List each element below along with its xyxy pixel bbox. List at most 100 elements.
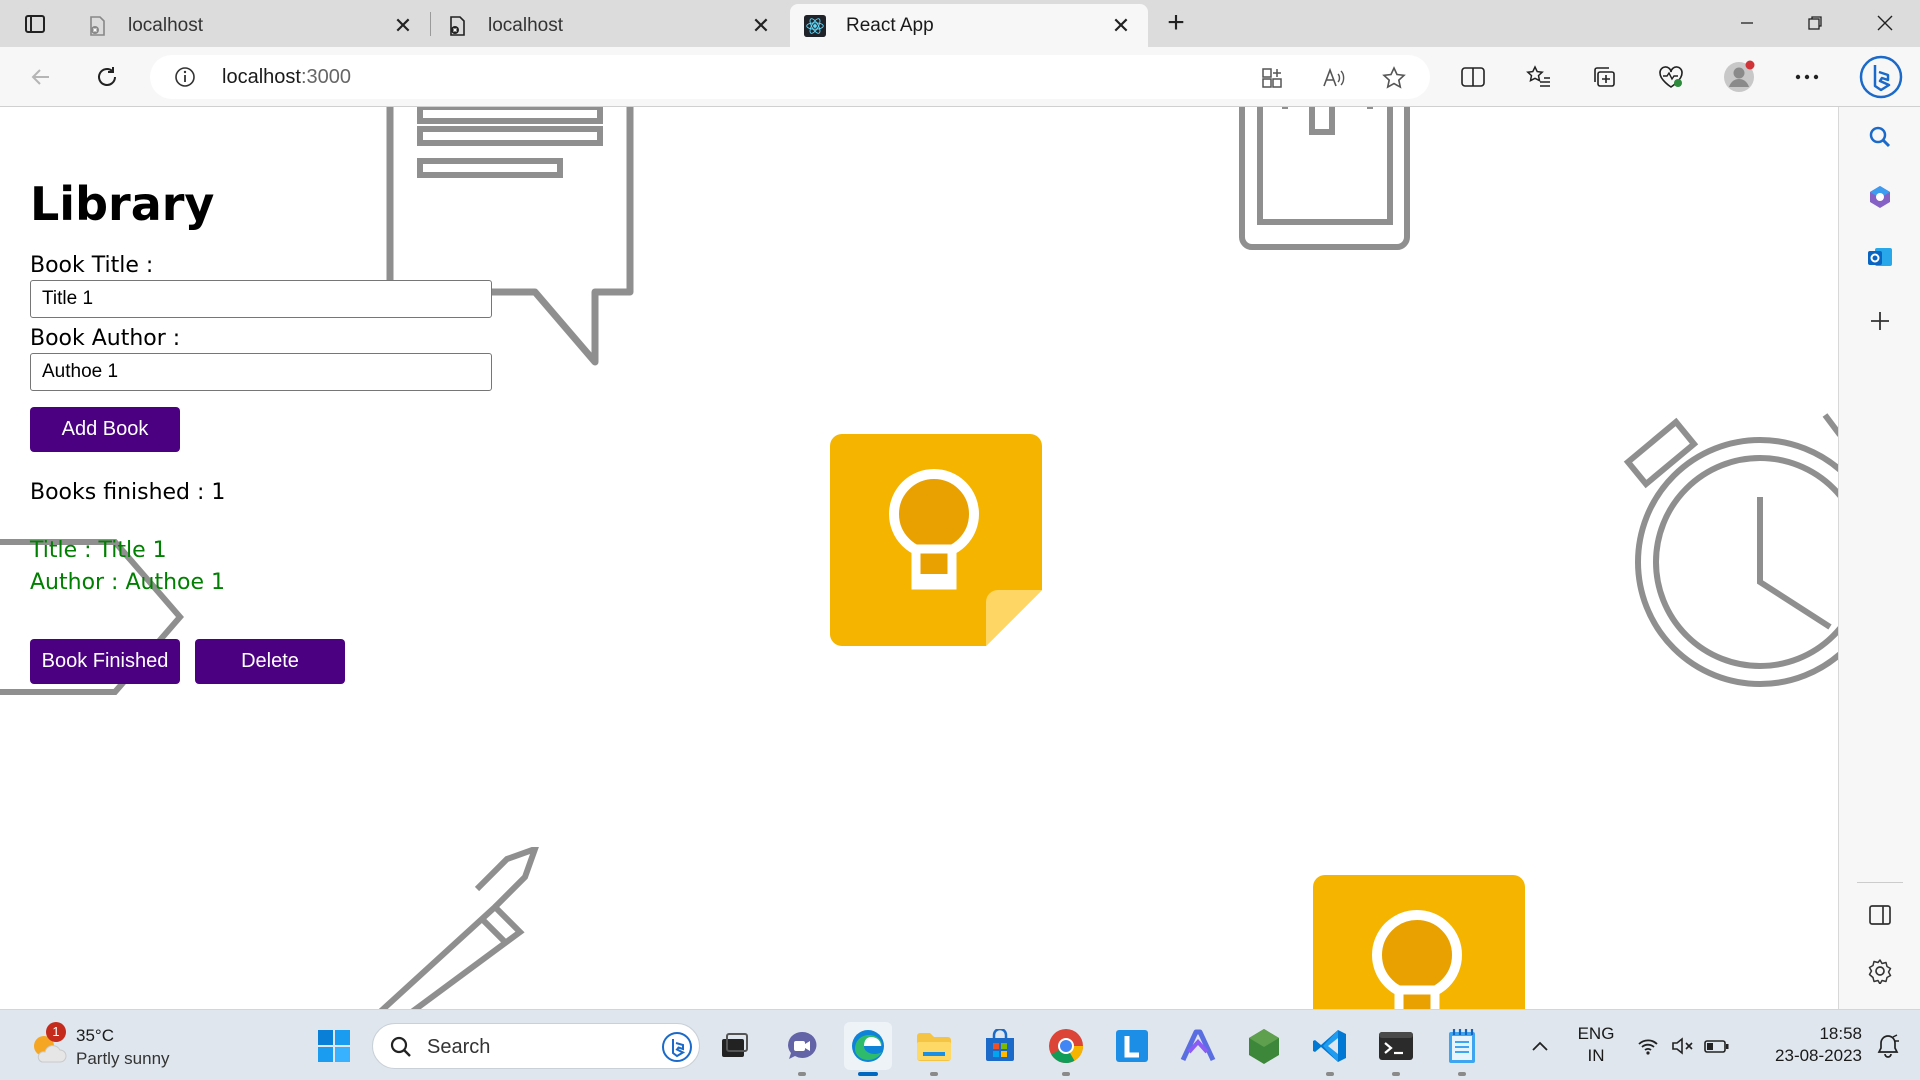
weather-widget[interactable]: 1 35°C Partly sunny	[26, 1022, 216, 1070]
windows-logo-icon	[318, 1030, 350, 1062]
pencil-decor-icon	[378, 847, 539, 1009]
show-hidden-icons-button[interactable]	[1516, 1022, 1564, 1070]
book-entry: Title : Title 1 Author : Authoe 1	[30, 535, 492, 599]
book-title-input[interactable]	[30, 280, 492, 318]
favorites-list-icon[interactable]	[1522, 60, 1556, 94]
more-options-icon[interactable]	[1790, 60, 1824, 94]
quick-settings-button[interactable]	[1630, 1022, 1740, 1070]
taskbar-store[interactable]	[976, 1022, 1024, 1070]
book-finished-button[interactable]: Book Finished	[30, 639, 180, 684]
task-view-icon	[722, 1033, 748, 1057]
taskbar-l-app[interactable]	[1108, 1022, 1156, 1070]
input-language[interactable]: ENG IN	[1574, 1023, 1618, 1067]
app-available-icon[interactable]	[1258, 64, 1286, 92]
close-icon	[1877, 15, 1893, 31]
clock-time: 18:58	[1819, 1024, 1862, 1043]
taskbar-search[interactable]: Search	[372, 1023, 700, 1069]
edge-sidebar	[1838, 107, 1920, 1009]
back-button[interactable]	[24, 60, 58, 94]
address-bar[interactable]: localhost:3000	[150, 55, 1430, 99]
new-tab-button[interactable]: +	[1160, 8, 1192, 40]
tab-divider	[430, 12, 431, 36]
bing-copilot-button[interactable]	[1858, 54, 1904, 100]
chrome-browser-icon	[1049, 1029, 1083, 1063]
profile-avatar[interactable]	[1722, 60, 1756, 94]
delete-book-button[interactable]: Delete	[195, 639, 345, 684]
notification-bell-icon	[1877, 1034, 1899, 1058]
book-author-text: Author : Authoe 1	[30, 570, 226, 595]
weather-condition: Partly sunny	[76, 1049, 170, 1068]
chevron-up-icon	[1532, 1041, 1548, 1051]
windows-taskbar: 1 35°C Partly sunny Search ENG IN 18:58 …	[0, 1009, 1920, 1080]
sidebar-add-icon[interactable]	[1862, 303, 1898, 339]
close-tab-icon[interactable]: ✕	[1108, 13, 1134, 39]
books-finished-count: Books finished : 1	[30, 480, 226, 505]
clock-date: 23-08-2023	[1775, 1046, 1862, 1065]
vscode-icon	[1313, 1030, 1346, 1062]
language-code: ENG	[1577, 1024, 1615, 1043]
keep-lightbulb-icon	[830, 434, 1042, 646]
collections-icon[interactable]	[1588, 60, 1622, 94]
browser-toolbar: localhost:3000	[0, 47, 1920, 107]
taskbar-chrome[interactable]	[1042, 1022, 1090, 1076]
microsoft-store-icon	[986, 1029, 1014, 1061]
book-title-text: Title : Title 1	[30, 538, 167, 563]
library-app: Library Book Title : Book Author : Add B…	[30, 177, 492, 684]
tab-react-app[interactable]: React App ✕	[790, 4, 1148, 47]
read-aloud-icon[interactable]	[1320, 64, 1348, 92]
tab-actions-button[interactable]	[14, 9, 56, 39]
site-info-icon[interactable]	[174, 66, 196, 88]
keep-lightbulb-icon	[1313, 875, 1525, 1009]
taskbar-terminal[interactable]	[1372, 1022, 1420, 1076]
taskbar-file-explorer[interactable]	[910, 1022, 958, 1076]
folder-icon	[917, 1033, 951, 1061]
bing-icon	[662, 1032, 692, 1062]
book-actions: Book Finished Delete	[30, 639, 492, 684]
search-placeholder: Search	[427, 1036, 491, 1058]
minimize-icon	[1741, 22, 1753, 24]
close-tab-icon[interactable]: ✕	[390, 13, 416, 39]
favorite-star-icon[interactable]	[1380, 64, 1408, 92]
sidebar-divider	[1857, 882, 1903, 883]
taskbar-edge[interactable]	[844, 1022, 892, 1076]
taskbar-notepad[interactable]	[1438, 1022, 1486, 1076]
sidebar-copilot-icon[interactable]	[1862, 179, 1898, 215]
l-app-icon	[1116, 1030, 1148, 1062]
terminal-icon	[1379, 1032, 1413, 1060]
page-title: Library	[30, 177, 215, 231]
book-author-input[interactable]	[30, 353, 492, 391]
weather-temperature: 35°C	[76, 1026, 114, 1045]
notifications-button[interactable]	[1868, 1022, 1908, 1070]
sidebar-outlook-icon[interactable]	[1862, 239, 1898, 275]
weather-badge: 1	[46, 1022, 66, 1042]
close-window-button[interactable]	[1862, 6, 1908, 40]
minimize-button[interactable]	[1724, 6, 1770, 40]
system-clock[interactable]: 18:58 23-08-2023	[1752, 1023, 1862, 1067]
tab-title: localhost	[128, 14, 203, 36]
add-book-button[interactable]: Add Book	[30, 407, 180, 452]
close-tab-icon[interactable]: ✕	[748, 13, 774, 39]
tab-localhost-1[interactable]: localhost ✕	[72, 4, 430, 47]
restore-button[interactable]	[1792, 6, 1838, 40]
tab-localhost-2[interactable]: localhost ✕	[432, 4, 788, 47]
taskbar-vscode[interactable]	[1306, 1022, 1354, 1076]
sidebar-search-icon[interactable]	[1862, 119, 1898, 155]
page-error-icon	[86, 15, 108, 37]
restore-icon	[1808, 16, 1822, 30]
book-author-label: Book Author :	[30, 326, 181, 351]
clipboard-decor-icon	[1239, 107, 1410, 250]
network-volume-battery-icons	[1638, 1037, 1729, 1055]
taskbar-arc-app[interactable]	[1174, 1022, 1222, 1070]
split-screen-icon[interactable]	[1456, 60, 1490, 94]
task-view-button[interactable]	[710, 1022, 758, 1070]
browser-essentials-icon[interactable]	[1654, 60, 1688, 94]
teams-chat-button[interactable]	[778, 1022, 826, 1076]
sidebar-settings-gear-icon[interactable]	[1862, 953, 1898, 989]
tab-title: localhost	[488, 14, 563, 36]
nodejs-hexagon-icon	[1249, 1029, 1279, 1064]
refresh-button[interactable]	[90, 60, 124, 94]
teams-chat-icon	[788, 1031, 817, 1059]
start-button[interactable]	[310, 1022, 358, 1070]
taskbar-nodejs[interactable]	[1240, 1022, 1288, 1070]
sidebar-toggle-icon[interactable]	[1862, 897, 1898, 933]
